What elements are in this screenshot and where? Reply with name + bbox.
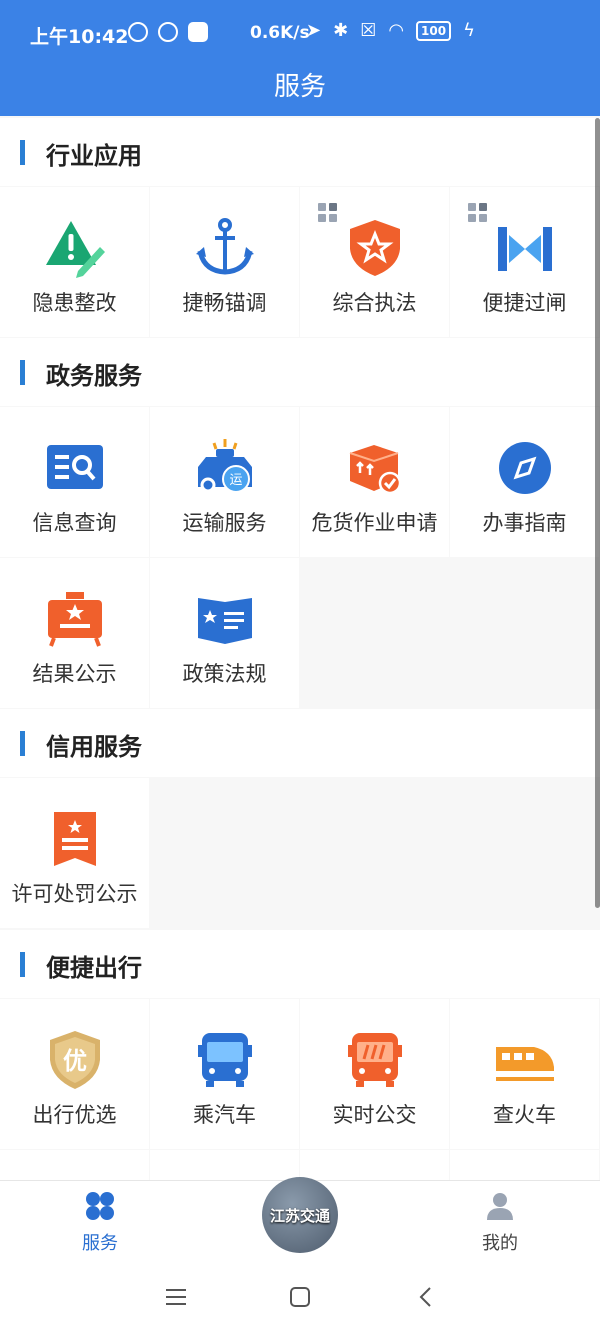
- service-guide[interactable]: 办事指南: [450, 407, 599, 557]
- service-hidden-danger[interactable]: 隐患整改: [0, 187, 149, 337]
- service-cell-partial[interactable]: [0, 1150, 149, 1182]
- svg-text:优: 优: [63, 1047, 87, 1075]
- svg-text:运: 运: [229, 473, 242, 488]
- service-policy[interactable]: 政策法规: [150, 558, 299, 708]
- search-book-icon: [47, 445, 103, 489]
- status-bar: 上午10:42 0.6K/s ➤ ✱ ☒ ◠ 100 ϟ: [0, 0, 600, 70]
- service-transport[interactable]: 运 运输服务: [150, 407, 299, 557]
- lock-gate-icon: [498, 227, 552, 271]
- service-law-enforcement[interactable]: 综合执法: [300, 187, 449, 337]
- service-label: 许可处罚公示: [11, 882, 138, 906]
- bottom-nav: 服务 江苏交通 我的: [0, 1177, 600, 1273]
- section-title: 信用服务: [46, 733, 142, 761]
- service-label: 综合执法: [332, 291, 417, 315]
- charging-icon: ϟ: [463, 20, 475, 41]
- app-header: 上午10:42 0.6K/s ➤ ✱ ☒ ◠ 100 ϟ 服务: [0, 0, 600, 116]
- service-anchor-dispatch[interactable]: 捷畅锚调: [150, 187, 299, 337]
- user-icon: [487, 1193, 513, 1220]
- service-label: 便捷过闸: [482, 291, 567, 315]
- bluetooth-icon: ✱: [333, 20, 349, 41]
- nav-tab-mine[interactable]: 我的: [440, 1191, 560, 1255]
- service-label: 捷畅锚调: [182, 291, 267, 315]
- notice-ribbon-icon: [54, 812, 96, 866]
- map-notification-icon: [188, 22, 208, 42]
- service-label: 出行优选: [32, 1103, 117, 1127]
- grid-indicator-icon: [468, 203, 487, 222]
- nav-label: 服务: [82, 1233, 118, 1254]
- board-star-icon: [48, 592, 102, 647]
- nav-center-label: 江苏交通: [269, 1206, 330, 1225]
- no-sim-icon: ☒: [360, 20, 377, 41]
- location-icon: ➤: [306, 20, 322, 41]
- section-header-travel: 便捷出行: [0, 930, 600, 998]
- service-realtime-bus[interactable]: 实时公交: [300, 999, 449, 1149]
- section-header-credit: 信用服务: [0, 709, 600, 777]
- service-label: 隐患整改: [32, 291, 117, 315]
- service-label: 乘汽车: [193, 1103, 256, 1127]
- system-nav-bar: [0, 1272, 600, 1333]
- scrollbar[interactable]: [595, 118, 600, 908]
- menu-icon[interactable]: [166, 1288, 186, 1306]
- service-train[interactable]: 查火车: [450, 999, 599, 1149]
- status-time: 上午10:42: [30, 26, 129, 48]
- app-notification-icon: [158, 22, 178, 42]
- service-result-public[interactable]: 结果公示: [0, 558, 149, 708]
- section-header-industry: 行业应用: [0, 118, 600, 186]
- network-speed: 0.6K/s: [250, 23, 310, 43]
- service-label: 危货作业申请: [311, 511, 438, 535]
- police-badge-icon: [350, 220, 400, 276]
- section-title: 行业应用: [46, 142, 142, 170]
- service-cell-partial[interactable]: [300, 1150, 449, 1182]
- section-title: 政务服务: [46, 362, 142, 390]
- home-icon[interactable]: [290, 1287, 310, 1307]
- app-notification-icon: [128, 22, 148, 42]
- service-travel-pick[interactable]: 优 出行优选: [0, 999, 149, 1149]
- service-dangerous-goods[interactable]: 危货作业申请: [300, 407, 449, 557]
- battery-icon: 100: [416, 20, 452, 41]
- cargo-box-icon: [349, 445, 402, 495]
- nav-label: 我的: [482, 1233, 518, 1254]
- service-label: 信息查询: [32, 511, 117, 535]
- shield-you-icon: 优: [50, 1031, 100, 1089]
- service-info-query[interactable]: 信息查询: [0, 407, 149, 557]
- service-cell-partial[interactable]: [450, 1150, 599, 1182]
- nav-center-button[interactable]: 江苏交通: [262, 1177, 338, 1253]
- service-quick-lock[interactable]: 便捷过闸: [450, 187, 599, 337]
- service-cell-partial[interactable]: [150, 1150, 299, 1182]
- transport-car-icon: 运: [198, 439, 252, 493]
- section-header-government: 政务服务: [0, 338, 600, 406]
- section-title: 便捷出行: [46, 954, 142, 982]
- page-title: 服务: [273, 72, 326, 102]
- clover-icon: [86, 1192, 114, 1220]
- nav-tab-service[interactable]: 服务: [40, 1191, 160, 1255]
- compass-icon: [499, 442, 551, 494]
- train-icon: [496, 1047, 554, 1081]
- service-label: 查火车: [493, 1103, 556, 1127]
- service-bus[interactable]: 乘汽车: [150, 999, 299, 1149]
- grid-indicator-icon: [318, 203, 337, 222]
- service-license-penalty[interactable]: 许可处罚公示: [0, 778, 149, 928]
- back-icon[interactable]: [418, 1286, 432, 1308]
- service-label: 政策法规: [182, 662, 267, 686]
- service-label: 实时公交: [332, 1103, 417, 1127]
- policy-book-icon: [198, 598, 252, 644]
- service-label: 结果公示: [32, 662, 117, 686]
- service-label: 运输服务: [182, 511, 267, 535]
- wifi-icon: ◠: [388, 20, 405, 41]
- warning-pencil-icon: [46, 221, 105, 278]
- realtime-bus-icon: [348, 1033, 402, 1087]
- bus-icon: [198, 1033, 252, 1087]
- service-label: 办事指南: [482, 511, 567, 535]
- anchor-icon: [196, 218, 254, 275]
